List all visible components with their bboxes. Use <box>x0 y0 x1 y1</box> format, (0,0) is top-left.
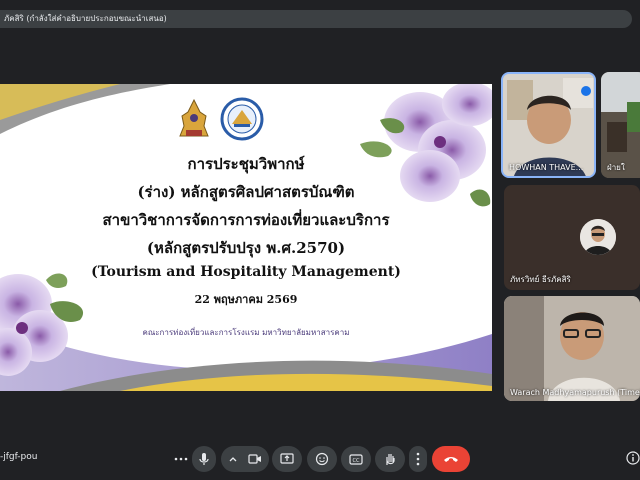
more-options-icon <box>174 457 188 461</box>
emoji-icon <box>315 452 329 466</box>
faculty-logo-icon <box>220 97 264 141</box>
meeting-code: -jfgf-pou <box>0 452 38 462</box>
slide-date: 22 พฤษภาคม 2569 <box>194 293 298 306</box>
slide-title-line-4: (หลักสูตรปรับปรุง พ.ศ.2570) <box>146 239 346 257</box>
participant-tile[interactable]: HOWHAN THAVE... <box>501 72 596 178</box>
microphone-button[interactable] <box>192 446 216 472</box>
slide-faculty: คณะการท่องเที่ยวและการโรงแรม มหาวิทยาลัย… <box>142 328 350 337</box>
slide-title-line-3: สาขาวิชาการจัดการการท่องเที่ยวและบริการ <box>102 211 390 229</box>
more-vert-icon <box>416 452 420 466</box>
slide-title-line-1: การประชุมวิพากษ์ <box>187 155 305 173</box>
present-icon <box>280 453 294 464</box>
slide-title-english: (Tourism and Hospitality Management) <box>91 264 401 280</box>
emoji-button[interactable] <box>307 446 337 472</box>
participant-name: HOWHAN THAVE... <box>509 163 584 172</box>
presenter-status-text: ภัคสิริ (กำลังใส่คำอธิบายประกอบขณะนำเสนอ… <box>4 14 167 23</box>
microphone-icon <box>199 453 209 465</box>
raise-hand-button[interactable] <box>375 446 405 472</box>
avatar <box>580 219 616 255</box>
end-call-button[interactable] <box>432 446 470 472</box>
participant-tile[interactable]: Warach Madhyamapurush (TimeZ <box>504 296 640 401</box>
participant-tile[interactable]: ภัทรวิทย์ ธีรภัคสิริ <box>504 185 640 290</box>
participant-video <box>504 296 640 401</box>
more-vert-button[interactable] <box>409 446 427 472</box>
camera-icon[interactable] <box>248 454 262 464</box>
raise-hand-icon <box>386 454 395 465</box>
camera-control-group[interactable] <box>221 446 269 472</box>
present-button[interactable] <box>272 446 302 472</box>
svg-text:CC: CC <box>353 458 360 464</box>
participant-name: ภัทรวิทย์ ธีรภัคสิริ <box>510 275 571 284</box>
participant-name: ฝ่ายใ <box>607 163 625 172</box>
chevron-up-icon[interactable] <box>228 455 238 463</box>
presenter-status-bar: ภัคสิริ (กำลังใส่คำอธิบายประกอบขณะนำเสนอ… <box>0 10 632 28</box>
participant-name: Warach Madhyamapurush (TimeZ <box>510 388 640 397</box>
captions-button[interactable]: CC <box>341 446 371 472</box>
university-emblem-icon <box>179 98 209 137</box>
university-logos <box>179 97 264 141</box>
more-options-button[interactable] <box>170 446 192 472</box>
captions-icon: CC <box>349 453 363 465</box>
participant-tile[interactable]: ฝ่ายใ <box>601 72 640 178</box>
slide-title-line-2: (ร่าง) หลักสูตรศิลปศาสตรบัณฑิต <box>137 183 355 201</box>
end-call-icon <box>444 457 458 462</box>
info-icon[interactable] <box>626 451 640 465</box>
shared-presentation: การประชุมวิพากษ์ (ร่าง) หลักสูตรศิลปศาสต… <box>0 84 492 391</box>
